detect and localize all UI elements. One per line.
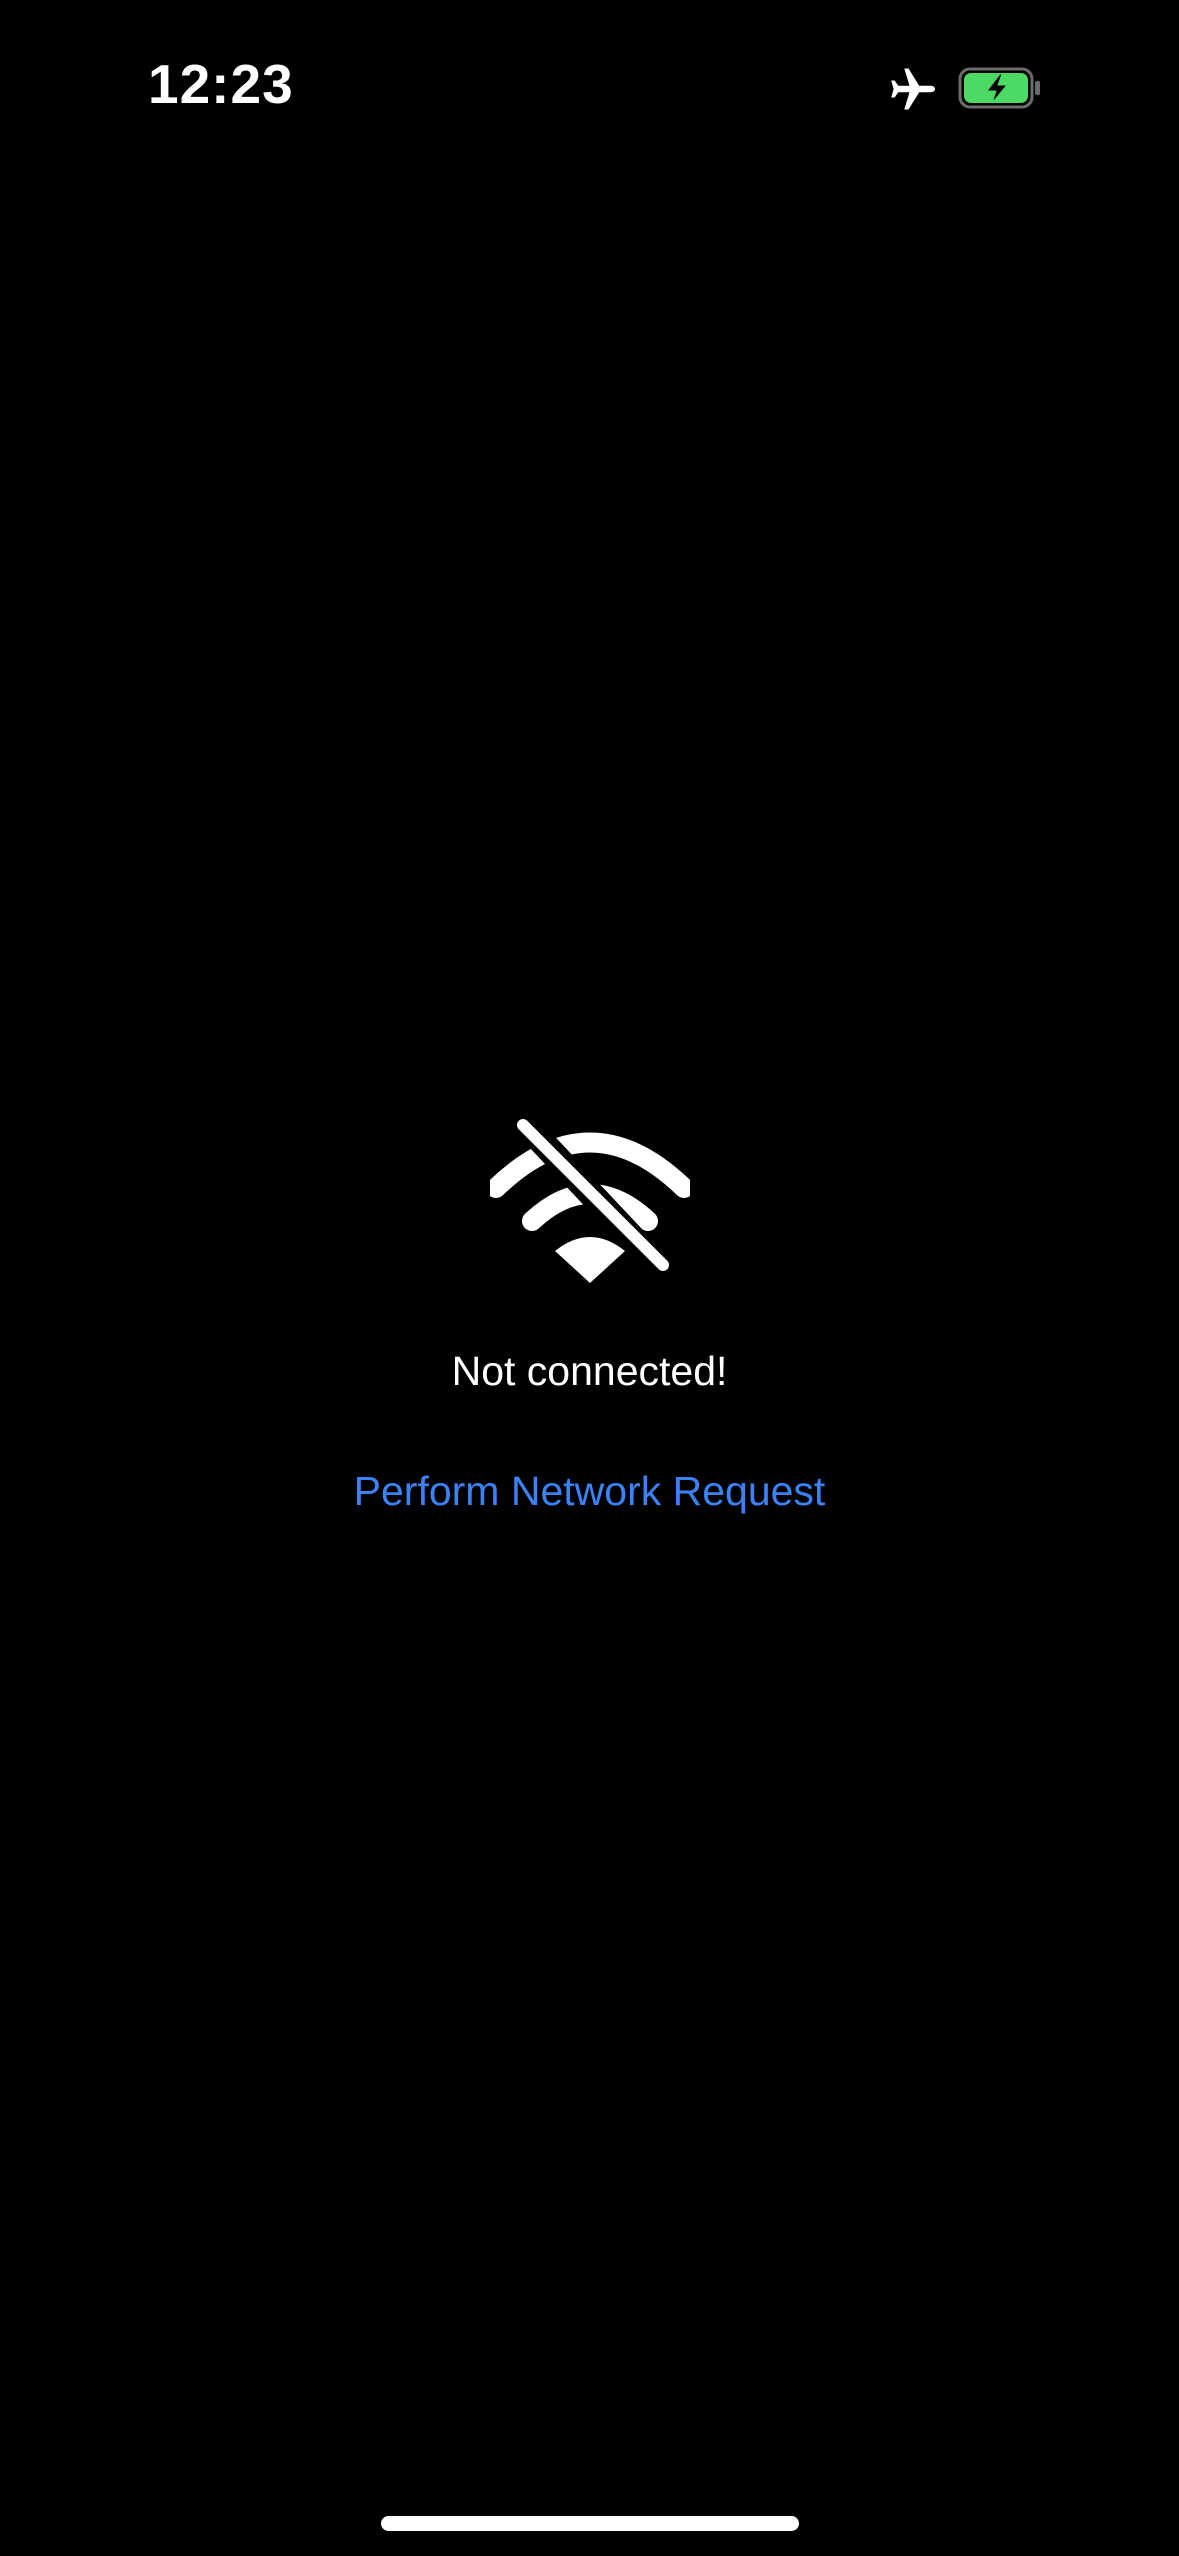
airplane-icon xyxy=(891,68,935,110)
wifi-off-icon xyxy=(490,1115,690,1283)
battery-charging-icon xyxy=(958,67,1040,109)
connection-status-message: Not connected! xyxy=(451,1348,728,1394)
status-time: 12:23 xyxy=(148,53,294,115)
home-indicator[interactable] xyxy=(381,2516,799,2531)
perform-network-request-label: Perform Network Request xyxy=(353,1468,826,1514)
status-bar: 12:23 xyxy=(0,0,1179,170)
perform-network-request-button[interactable]: Perform Network Request xyxy=(0,1468,1179,1515)
